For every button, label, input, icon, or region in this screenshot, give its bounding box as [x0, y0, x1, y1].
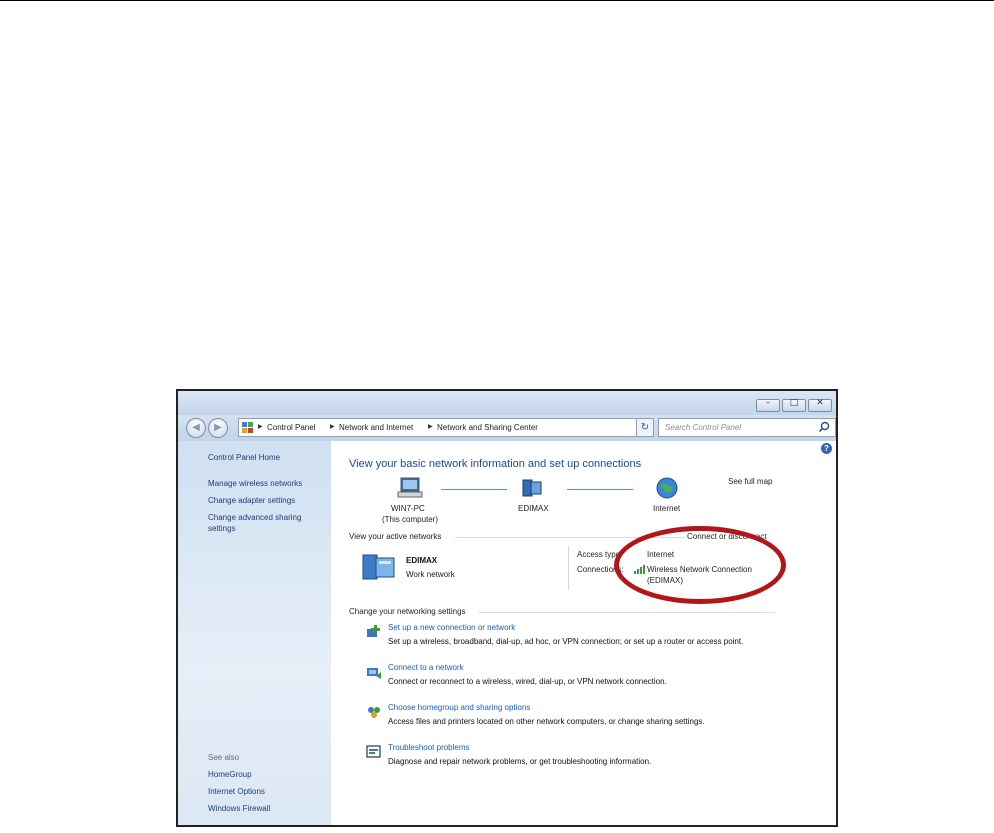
computer-name: WIN7-PC: [391, 504, 425, 513]
close-button[interactable]: ✕: [808, 398, 832, 412]
sidebar-change-adapter[interactable]: Change adapter settings: [208, 496, 295, 505]
page-title: View your basic network information and …: [349, 458, 642, 470]
breadcrumb-network-internet[interactable]: Network and Internet: [339, 423, 413, 432]
troubleshoot-icon: [366, 745, 381, 758]
change-settings-label: Change your networking settings: [349, 607, 466, 616]
maximize-button[interactable]: □: [782, 398, 806, 412]
task-new-connection-desc: Set up a wireless, broadband, dial-up, a…: [388, 637, 744, 646]
task-homegroup-link[interactable]: Choose homegroup and sharing options: [388, 703, 530, 712]
task-homegroup-desc: Access files and printers located on oth…: [388, 717, 705, 726]
active-networks-label: View your active networks: [349, 532, 442, 541]
back-button[interactable]: ◀: [186, 418, 206, 438]
search-input[interactable]: Search Control Panel: [665, 423, 741, 432]
page-top-rule: [0, 0, 994, 1]
control-panel-icon: [242, 422, 253, 433]
back-arrow-icon: ◀: [192, 422, 200, 433]
work-network-icon: [362, 554, 395, 580]
search-icon[interactable]: [818, 421, 830, 433]
breadcrumb-arrow-icon[interactable]: ▶: [258, 423, 263, 430]
search-box[interactable]: Search Control Panel: [658, 418, 836, 437]
close-icon: ✕: [816, 398, 824, 408]
sidebar: Control Panel Home Manage wireless netwo…: [178, 441, 331, 825]
map-connection-line: [441, 489, 507, 490]
breadcrumb-arrow-icon[interactable]: ▶: [330, 423, 335, 430]
sidebar-change-advanced-sharing-cont[interactable]: settings: [208, 524, 236, 533]
sidebar-homegroup[interactable]: HomeGroup: [208, 770, 252, 779]
sidebar-windows-firewall[interactable]: Windows Firewall: [208, 804, 270, 813]
homegroup-icon: [368, 707, 380, 718]
see-full-map-link[interactable]: See full map: [728, 477, 772, 486]
task-new-connection-link[interactable]: Set up a new connection or network: [388, 623, 515, 632]
minimize-icon: –: [765, 398, 771, 408]
forward-arrow-icon: ▶: [214, 422, 222, 433]
refresh-button[interactable]: ↻: [636, 418, 654, 437]
breadcrumb-arrow-icon[interactable]: ▶: [428, 423, 433, 430]
see-also-label: See also: [208, 753, 240, 762]
computer-subtitle: (This computer): [382, 515, 439, 524]
network-details-divider: [568, 546, 569, 590]
help-icon[interactable]: ?: [821, 443, 832, 454]
forward-button[interactable]: ▶: [208, 418, 228, 438]
task-connect-network-desc: Connect or reconnect to a wireless, wire…: [388, 677, 667, 686]
sidebar-internet-options[interactable]: Internet Options: [208, 787, 265, 796]
title-bar[interactable]: – □ ✕: [178, 391, 836, 415]
map-connection-line: [567, 489, 633, 490]
map-internet-label[interactable]: Internet: [653, 504, 680, 513]
navigation-bar: ◀ ▶ ▶ Control Panel ▶ Network and Intern…: [178, 415, 836, 441]
network-sharing-center-window: – □ ✕ ◀ ▶ ▶ Control Panel ▶ Network and …: [176, 389, 838, 827]
maximize-icon: □: [789, 398, 799, 408]
main-content: ? View your basic network information an…: [331, 441, 836, 825]
caption-buttons: – □ ✕: [756, 398, 832, 412]
sidebar-change-advanced-sharing[interactable]: Change advanced sharing: [208, 513, 301, 522]
connect-network-icon: [367, 668, 381, 679]
network-type-link[interactable]: Work network: [406, 570, 455, 579]
breadcrumb-sharing-center[interactable]: Network and Sharing Center: [437, 423, 538, 432]
sidebar-manage-wireless[interactable]: Manage wireless networks: [208, 479, 302, 488]
network-icon: [522, 479, 542, 497]
highlight-circle: [614, 526, 786, 604]
new-connection-icon: [367, 625, 380, 637]
address-bar[interactable]: ▶ Control Panel ▶ Network and Internet ▶…: [238, 418, 653, 437]
active-network-name: EDIMAX: [406, 556, 438, 565]
breadcrumb-control-panel[interactable]: Control Panel: [267, 423, 315, 432]
map-network-name[interactable]: EDIMAX: [518, 504, 549, 513]
task-troubleshoot-link[interactable]: Troubleshoot problems: [388, 743, 470, 752]
sidebar-control-panel-home[interactable]: Control Panel Home: [208, 453, 280, 462]
computer-icon: [397, 477, 423, 498]
minimize-button[interactable]: –: [756, 398, 780, 412]
task-connect-network-link[interactable]: Connect to a network: [388, 663, 464, 672]
section-divider: [479, 612, 775, 613]
task-troubleshoot-desc: Diagnose and repair network problems, or…: [388, 757, 652, 766]
internet-globe-icon: [656, 477, 678, 499]
refresh-icon: ↻: [640, 422, 650, 433]
